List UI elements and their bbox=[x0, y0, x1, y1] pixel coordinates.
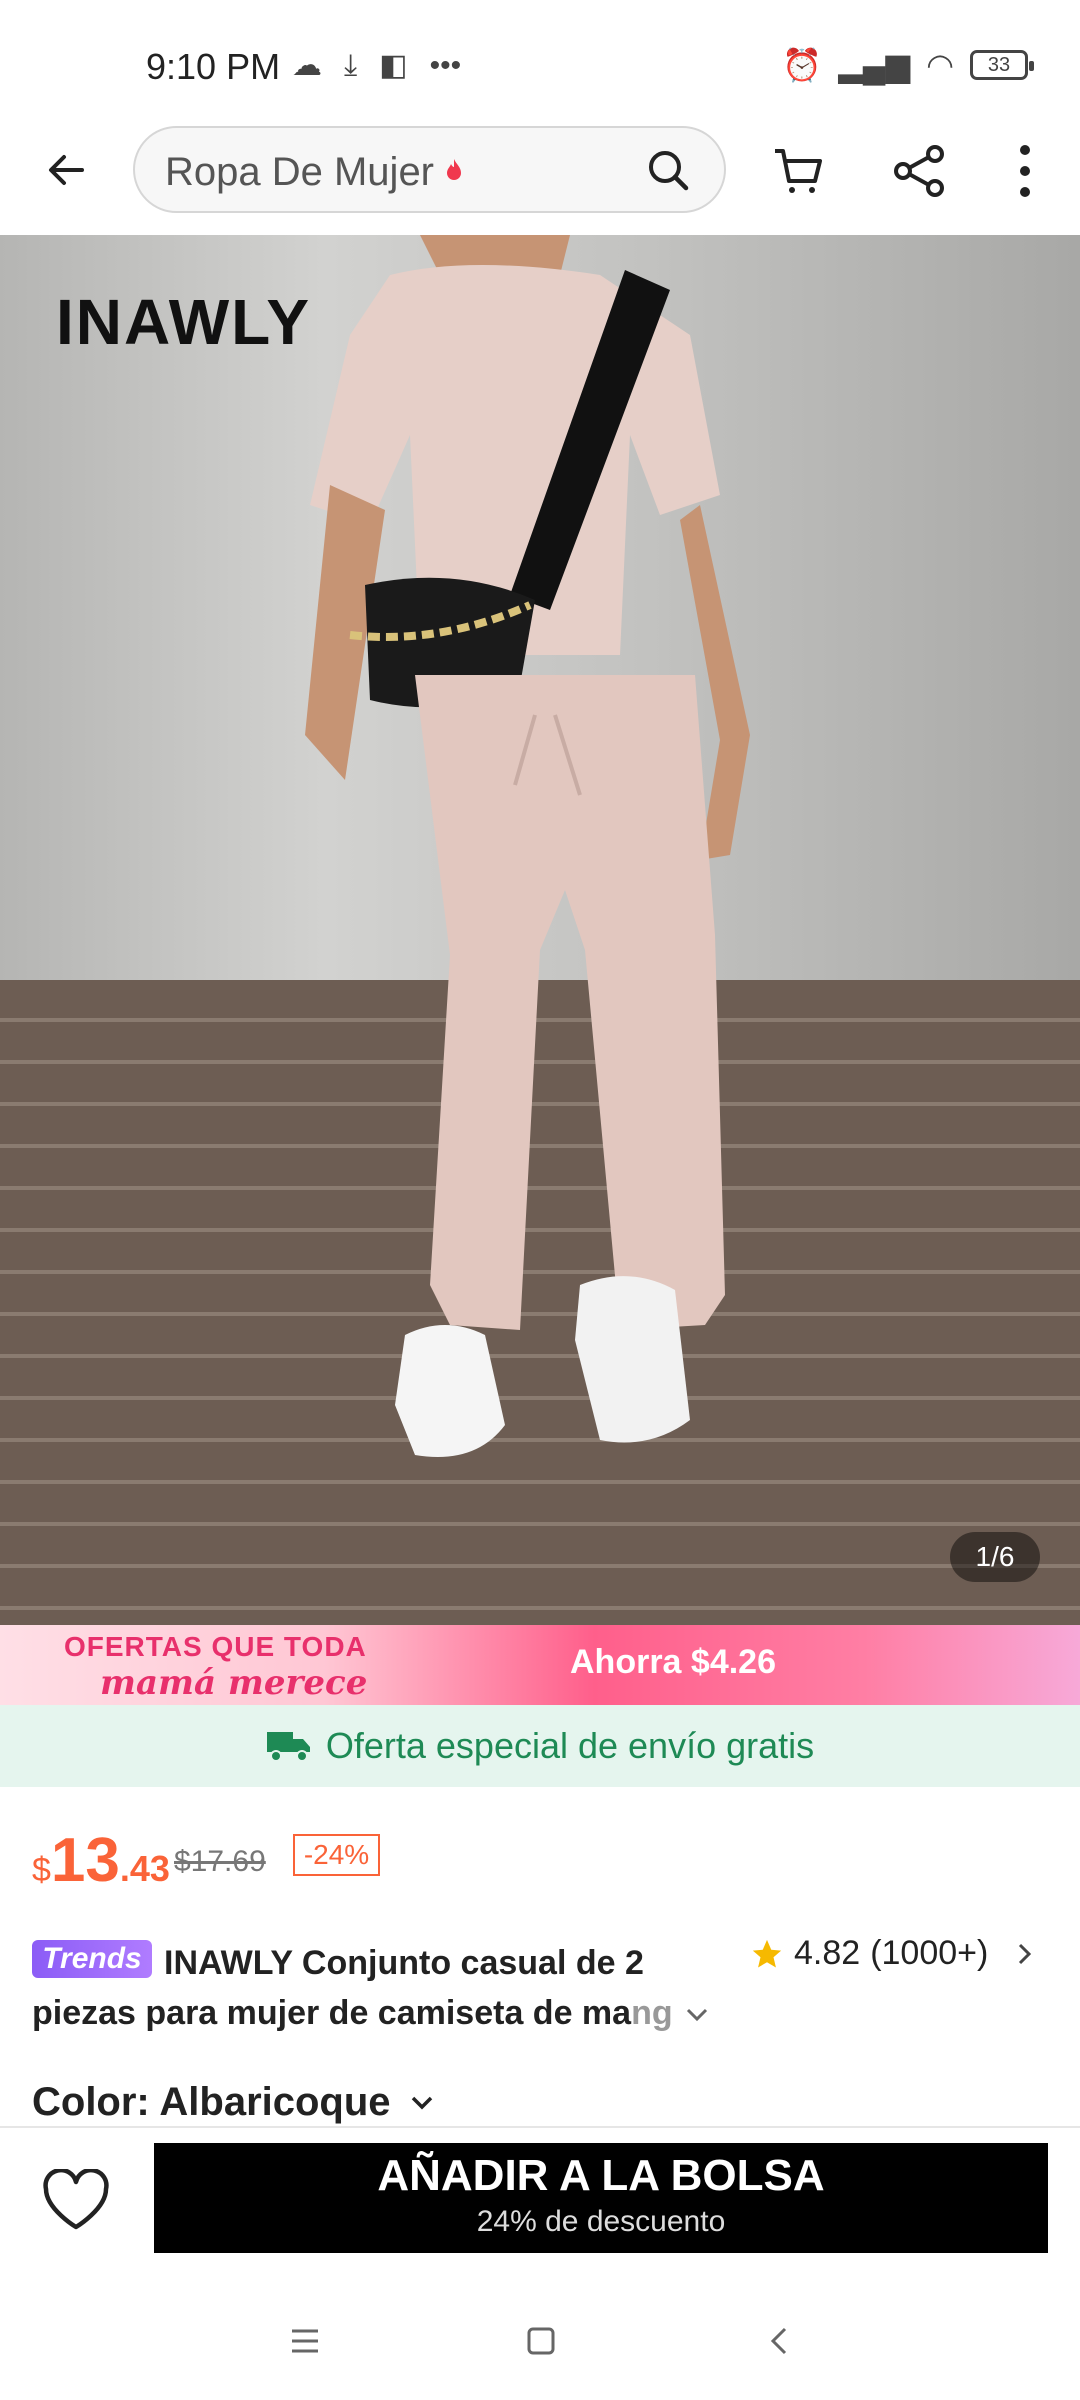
product-rating[interactable]: 4.82 (1000+) bbox=[750, 1934, 1036, 1973]
app-notification-icon: ◧ bbox=[379, 49, 408, 82]
shipping-text: Oferta especial de envío gratis bbox=[325, 1725, 815, 1766]
chevron-down-icon[interactable] bbox=[680, 1998, 714, 2032]
search-input[interactable]: Ropa De Mujer bbox=[133, 126, 726, 213]
share-icon bbox=[894, 145, 944, 197]
menu-icon bbox=[292, 2329, 318, 2353]
home-button[interactable] bbox=[518, 2318, 564, 2364]
search-icon[interactable] bbox=[644, 146, 694, 196]
color-selector[interactable]: Color: Albaricoque bbox=[32, 2080, 437, 2125]
product-image-carousel[interactable]: INAWLY 1/6 bbox=[0, 235, 1080, 1625]
add-to-bag-sublabel: 24% de descuento bbox=[476, 2205, 726, 2238]
product-title-fade: ng bbox=[631, 1994, 673, 2032]
status-time: 9:10 PM bbox=[146, 46, 281, 87]
square-icon bbox=[527, 2327, 555, 2355]
price-currency: $ bbox=[32, 1851, 51, 1889]
price-decimal: .43 bbox=[119, 1848, 170, 1889]
original-price: $17.69 bbox=[174, 1845, 266, 1878]
cart-icon bbox=[775, 149, 822, 193]
image-counter: 1/6 bbox=[950, 1532, 1040, 1582]
system-nav-bar bbox=[0, 2280, 1080, 2400]
status-bar: 9:10 PM ☁ ⤓ ◧ ••• ⏰ ▂▄▆ ◠ 33 bbox=[0, 0, 1080, 130]
top-bar: Ropa De Mujer bbox=[0, 120, 1080, 235]
brand-watermark: INAWLY bbox=[56, 286, 311, 358]
alarm-icon: ⏰ bbox=[782, 47, 823, 83]
flame-icon bbox=[447, 159, 461, 180]
cart-button[interactable] bbox=[765, 138, 831, 204]
product-photo bbox=[305, 235, 750, 1457]
kebab-menu-icon bbox=[1020, 145, 1030, 197]
wifi-icon: ◠ bbox=[926, 47, 954, 83]
download-icon: ⤓ bbox=[344, 48, 358, 82]
price-whole: 13 bbox=[50, 1826, 120, 1895]
add-to-bag-button[interactable]: AÑADIR A LA BOLSA 24% de descuento bbox=[154, 2143, 1048, 2253]
share-button[interactable] bbox=[887, 138, 953, 204]
recents-button[interactable] bbox=[282, 2318, 328, 2364]
back-button[interactable] bbox=[36, 140, 96, 200]
more-options-button[interactable] bbox=[992, 138, 1058, 204]
truck-icon bbox=[266, 1732, 310, 1762]
review-count: (1000+) bbox=[870, 1934, 989, 1972]
divider bbox=[0, 2126, 1080, 2128]
chevron-left-icon bbox=[770, 2327, 787, 2355]
cloud-icon: ☁ bbox=[292, 49, 322, 82]
rating-value: 4.82 bbox=[794, 1934, 861, 1972]
trends-badge: Trends bbox=[32, 1940, 152, 1978]
system-back-button[interactable] bbox=[756, 2318, 802, 2364]
chevron-down-icon bbox=[411, 2096, 432, 2109]
promo-headline: OFERTAS QUE TODA bbox=[64, 1631, 367, 1662]
arrow-left-icon bbox=[49, 155, 84, 185]
search-placeholder: Ropa De Mujer bbox=[165, 150, 435, 194]
battery-icon: 33 bbox=[970, 50, 1034, 80]
star-icon bbox=[752, 1939, 782, 1967]
more-notifications-icon: ••• bbox=[429, 48, 462, 82]
heart-icon bbox=[43, 2169, 109, 2230]
add-to-bag-label: AÑADIR A LA BOLSA bbox=[377, 2151, 825, 2200]
promo-banner[interactable]: OFERTAS QUE TODA mamá merece Ahorra $4.2… bbox=[0, 1625, 1080, 1705]
discount-badge: -24% bbox=[293, 1834, 380, 1876]
promo-subline: mamá merece bbox=[100, 1663, 368, 1703]
chevron-right-icon bbox=[1019, 1943, 1032, 1964]
promo-savings: Ahorra $4.26 bbox=[570, 1643, 776, 1681]
free-shipping-banner[interactable]: Oferta especial de envío gratis bbox=[0, 1705, 1080, 1787]
wishlist-button[interactable] bbox=[38, 2163, 114, 2239]
color-label: Color: Albaricoque bbox=[32, 2080, 391, 2124]
current-price: $ 13 .43 bbox=[32, 1825, 170, 1896]
signal-icon: ▂▄▆ bbox=[838, 47, 911, 83]
